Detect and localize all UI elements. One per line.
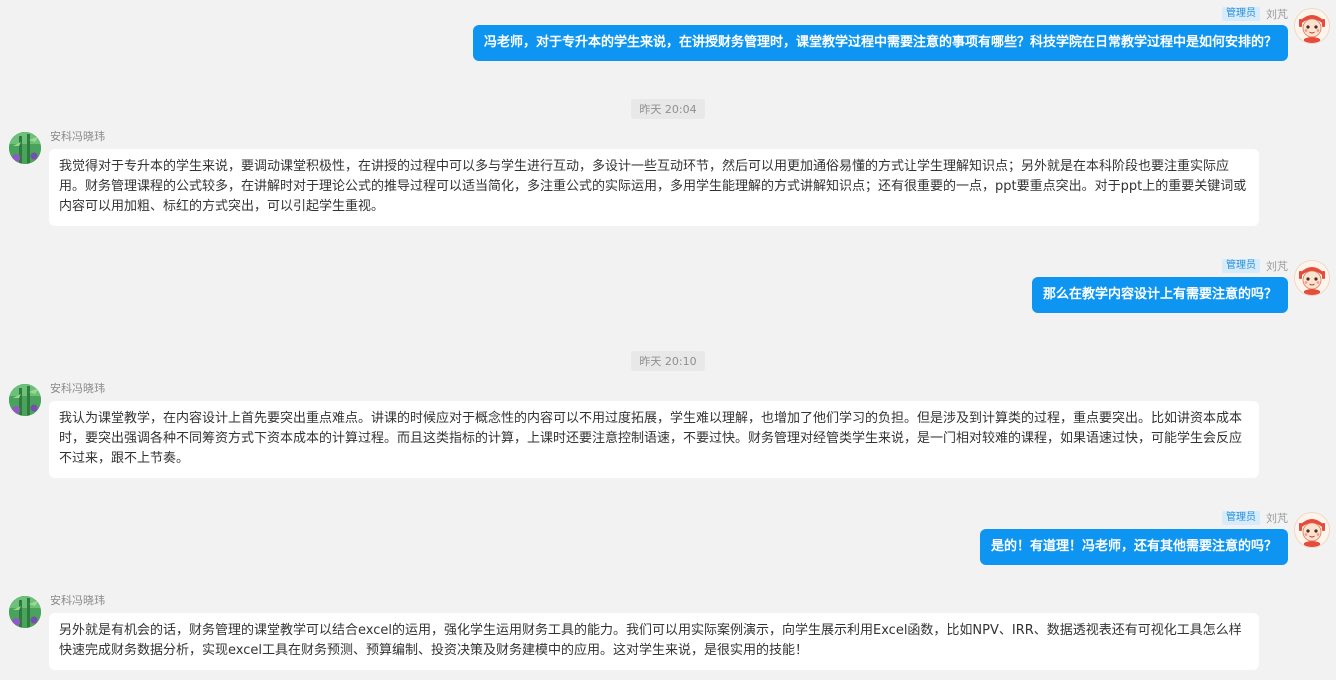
chat-panel[interactable]: 管理员 刘芃 冯老师，对于专升本的学生来说，在讲授财务管理时，课堂教学过程中需要… xyxy=(0,0,1336,680)
bamboo-avatar-icon[interactable] xyxy=(9,384,41,416)
time-separator: 昨天 20:04 xyxy=(0,98,1336,119)
admin-badge: 管理员 xyxy=(1222,259,1260,273)
cartoon-avatar-icon[interactable] xyxy=(1294,260,1330,296)
sender-name: 安科冯晓玮 xyxy=(50,594,105,607)
time-label: 昨天 20:04 xyxy=(631,99,705,119)
message-bubble[interactable]: 我认为课堂教学，在内容设计上首先要突出重点难点。讲课的时候应对于概念性的内容可以… xyxy=(49,401,1259,478)
message-meta: 管理员 刘芃 xyxy=(1222,6,1288,22)
message-bubble[interactable]: 我觉得对于专升本的学生来说，要调动课堂积极性，在讲授的过程中可以多与学生进行互动… xyxy=(49,149,1259,226)
time-label: 昨天 20:10 xyxy=(631,351,705,371)
sender-name: 刘芃 xyxy=(1266,512,1288,525)
time-separator: 昨天 20:10 xyxy=(0,350,1336,371)
message-meta: 管理员 刘芃 xyxy=(1222,510,1288,526)
message-bubble[interactable]: 是的！有道理！冯老师，还有其他需要注意的吗？ xyxy=(979,529,1288,565)
sender-name: 刘芃 xyxy=(1266,8,1288,21)
message-bubble[interactable]: 另外就是有机会的话，财务管理的课堂教学可以结合excel的运用，强化学生运用财务… xyxy=(49,613,1259,670)
bamboo-avatar-icon[interactable] xyxy=(9,596,41,628)
sender-name: 刘芃 xyxy=(1266,260,1288,273)
message-meta: 管理员 刘芃 xyxy=(1222,258,1288,274)
sender-name: 安科冯晓玮 xyxy=(50,382,105,395)
message-bubble[interactable]: 那么在教学内容设计上有需要注意的吗？ xyxy=(1031,277,1288,313)
bamboo-avatar-icon[interactable] xyxy=(9,132,41,164)
cartoon-avatar-icon[interactable] xyxy=(1294,8,1330,44)
sender-name: 安科冯晓玮 xyxy=(50,130,105,143)
message-bubble[interactable]: 冯老师，对于专升本的学生来说，在讲授财务管理时，课堂教学过程中需要注意的事项有哪… xyxy=(472,25,1288,61)
cartoon-avatar-icon[interactable] xyxy=(1294,512,1330,548)
admin-badge: 管理员 xyxy=(1222,7,1260,21)
admin-badge: 管理员 xyxy=(1222,511,1260,525)
